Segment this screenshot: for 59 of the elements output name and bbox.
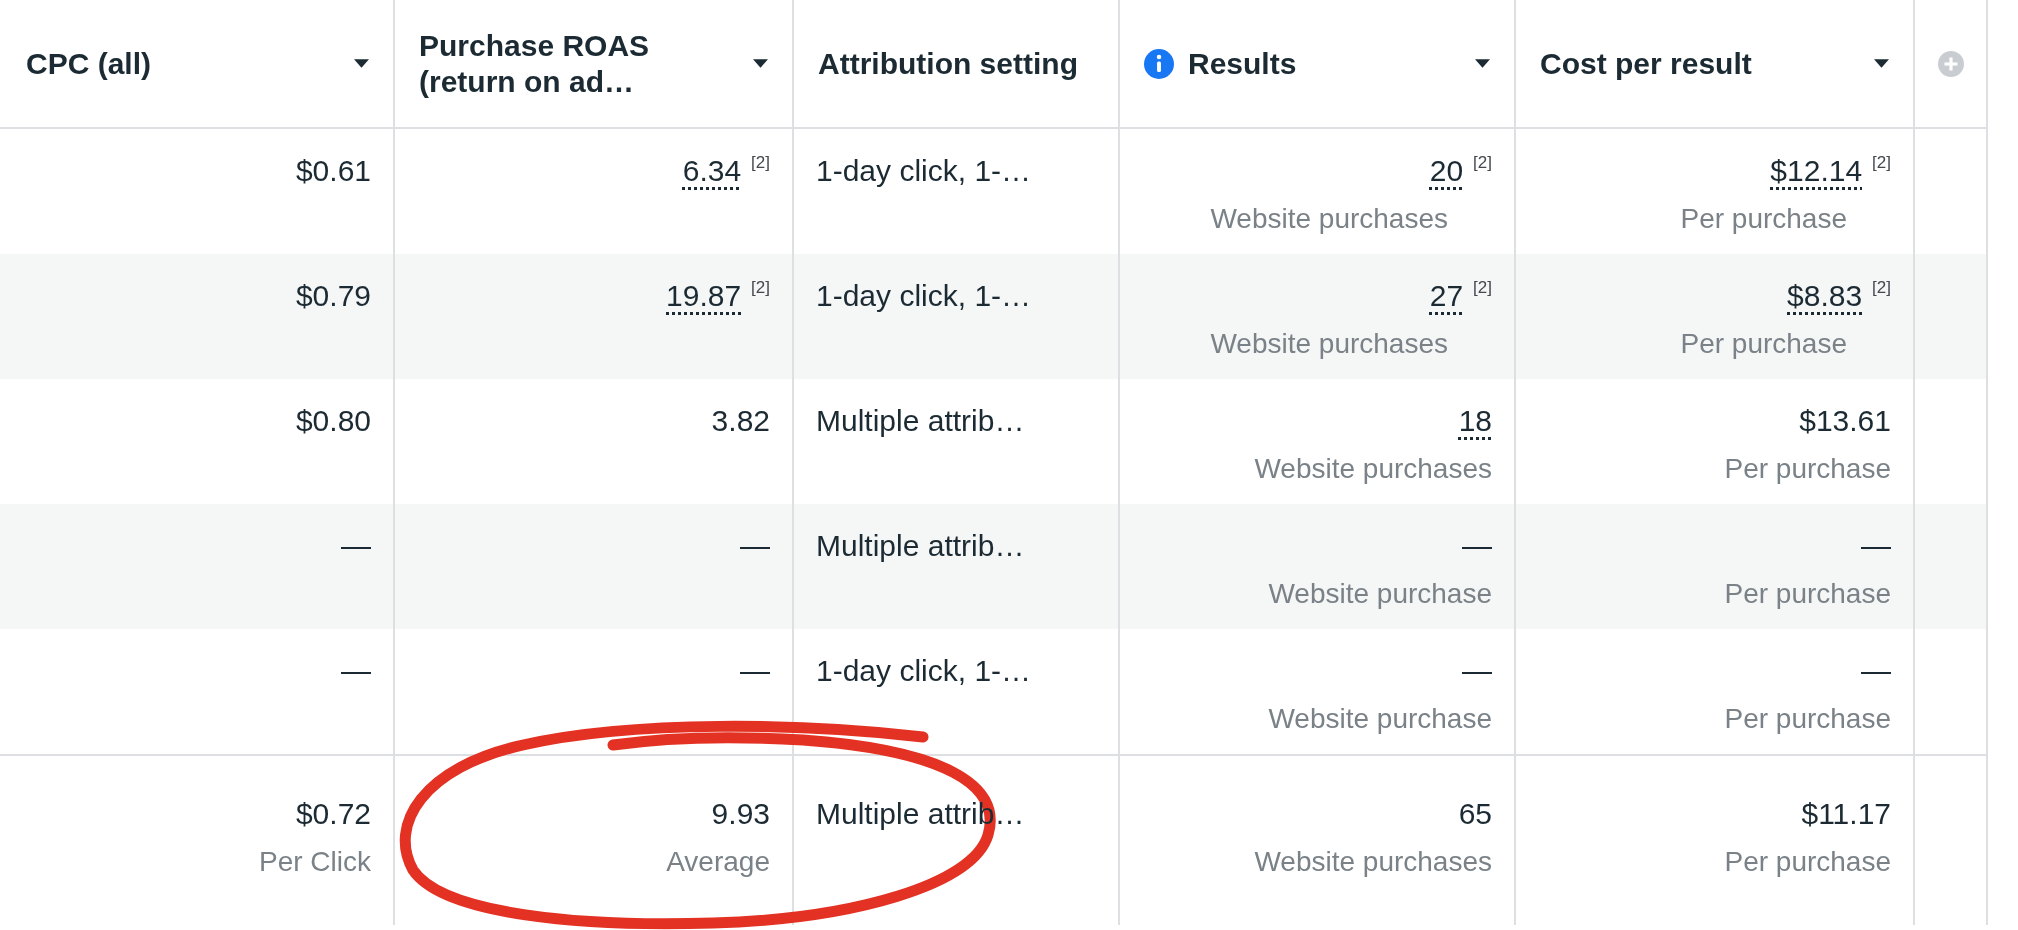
table-cell-value[interactable]: 20 bbox=[1429, 153, 1464, 189]
table-cell-value[interactable]: 19.87 bbox=[666, 278, 742, 314]
cell-caption: Per purchase bbox=[1680, 203, 1847, 235]
table-cell-value[interactable]: $8.83 bbox=[1787, 278, 1863, 314]
table-cell-value[interactable]: $12.14 bbox=[1770, 153, 1863, 189]
cell-caption: Website purchase bbox=[1268, 578, 1492, 610]
summary-caption: Website purchases bbox=[1254, 846, 1492, 878]
column-header[interactable]: Results bbox=[1188, 45, 1461, 82]
table-cell-value: — bbox=[740, 653, 770, 689]
table-cell-value: $0.80 bbox=[295, 403, 371, 439]
table-cell-value: 3.82 bbox=[711, 403, 770, 439]
table-cell-value: 1-day click, 1-… bbox=[816, 153, 1032, 189]
table-cell-value: Multiple attrib… bbox=[816, 403, 1025, 439]
column-header[interactable]: Attribution setting bbox=[818, 45, 1094, 82]
table-cell-value: — bbox=[341, 528, 371, 564]
table-cell-value: $0.61 bbox=[295, 153, 371, 189]
cell-caption: Website purchases bbox=[1254, 453, 1492, 485]
table-cell-value: 1-day click, 1-… bbox=[816, 278, 1032, 314]
table-cell-value: — bbox=[1861, 653, 1891, 689]
footnote-mark: [2] bbox=[751, 278, 770, 298]
cell-caption: Per purchase bbox=[1724, 453, 1891, 485]
cell-caption: Website purchases bbox=[1210, 203, 1448, 235]
table-cell-value: — bbox=[740, 528, 770, 564]
cell-caption: Website purchase bbox=[1268, 703, 1492, 735]
summary-value: 65 bbox=[1458, 796, 1492, 832]
cell-caption: Per purchase bbox=[1724, 578, 1891, 610]
table-cell-value: $13.61 bbox=[1799, 403, 1891, 439]
table-cell-value[interactable]: 18 bbox=[1458, 403, 1492, 439]
cell-caption: Per purchase bbox=[1680, 328, 1847, 360]
caret-icon[interactable] bbox=[1475, 59, 1490, 68]
summary-value: $11.17 bbox=[1801, 796, 1891, 832]
footnote-mark: [2] bbox=[1872, 153, 1891, 173]
column-header[interactable]: CPC (all) bbox=[26, 45, 340, 82]
table-cell-value: $0.79 bbox=[295, 278, 371, 314]
caret-icon[interactable] bbox=[753, 59, 768, 68]
table-cell-value[interactable]: 27 bbox=[1429, 278, 1464, 314]
table-cell-value: Multiple attrib… bbox=[816, 528, 1025, 564]
table-cell-value: — bbox=[341, 653, 371, 689]
cell-caption: Website purchases bbox=[1210, 328, 1448, 360]
footnote-mark: [2] bbox=[1872, 278, 1891, 298]
column-header[interactable]: Purchase ROAS (return on ad… bbox=[419, 27, 739, 100]
caret-icon[interactable] bbox=[354, 59, 369, 68]
footnote-mark: [2] bbox=[1473, 153, 1492, 173]
cell-caption: Per purchase bbox=[1724, 703, 1891, 735]
column-header[interactable]: Cost per result bbox=[1540, 45, 1860, 82]
summary-caption: Average bbox=[666, 846, 770, 878]
table-cell-value: — bbox=[1462, 653, 1492, 689]
footnote-mark: [2] bbox=[751, 153, 770, 173]
summary-caption: Per Click bbox=[259, 846, 371, 878]
summary-value: 9.93 bbox=[711, 796, 770, 832]
table-cell-value: — bbox=[1861, 528, 1891, 564]
caret-icon[interactable] bbox=[1874, 59, 1889, 68]
summary-value: $0.72 bbox=[295, 796, 371, 832]
footnote-mark: [2] bbox=[1473, 278, 1492, 298]
table-cell-value[interactable]: 6.34 bbox=[682, 153, 742, 189]
summary-caption: Per purchase bbox=[1724, 846, 1891, 878]
table-cell-value: — bbox=[1462, 528, 1492, 564]
info-icon[interactable] bbox=[1144, 48, 1174, 79]
table-cell-value: 1-day click, 1-… bbox=[816, 653, 1032, 689]
